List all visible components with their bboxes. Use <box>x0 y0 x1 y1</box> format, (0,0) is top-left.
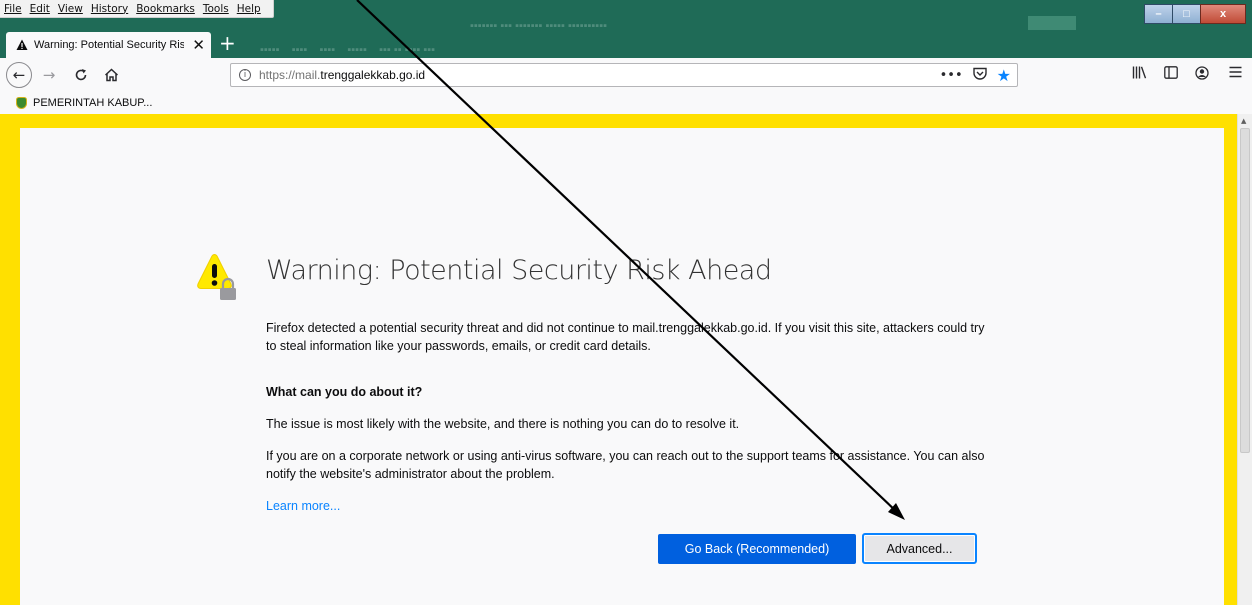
navigation-toolbar: ← → i https://mail.trenggalekkab.go.id •… <box>0 58 1252 92</box>
menu-tools[interactable]: Tools <box>203 3 229 15</box>
library-icon[interactable] <box>1132 66 1147 84</box>
background-window-title: ▪▪▪▪▪▪▪ ▪▪▪ ▪▪▪▪▪▪▪ ▪▪▪▪▪ ▪▪▪▪▪▪▪▪▪▪ <box>470 20 608 32</box>
url-bar[interactable]: i https://mail.trenggalekkab.go.id ••• ★ <box>230 63 1018 87</box>
bookmark-item[interactable]: PEMERINTAH KABUP... <box>16 97 152 109</box>
background-signin <box>1028 16 1076 30</box>
url-prefix: https://mail. <box>259 68 321 82</box>
reload-icon <box>75 69 87 81</box>
issue-text: The issue is most likely with the websit… <box>266 417 740 431</box>
back-arrow-icon: ← <box>12 66 26 84</box>
bookmarks-toolbar: PEMERINTAH KABUP... <box>0 92 1252 114</box>
scroll-up-icon[interactable]: ▲ <box>1241 117 1246 125</box>
new-tab-button[interactable]: + <box>219 31 236 55</box>
home-button[interactable] <box>100 64 122 86</box>
menubar: File Edit View History Bookmarks Tools H… <box>0 0 274 18</box>
reload-button[interactable] <box>70 64 92 86</box>
menu-history[interactable]: History <box>91 3 128 15</box>
background-ribbon: ▪▪▪▪▪ ▪▪▪▪ ▪▪▪▪ ▪▪▪▪▪ ▪▪▪ ▪▪ ▪▪▪▪ ▪▪▪ <box>260 44 436 56</box>
error-page <box>20 128 1224 605</box>
go-back-button[interactable]: Go Back (Recommended) <box>658 534 856 564</box>
account-icon[interactable] <box>1195 66 1209 84</box>
vertical-scrollbar[interactable]: ▲ <box>1237 114 1252 605</box>
warning-triangle-icon <box>16 39 28 50</box>
sidebar-icon[interactable] <box>1164 66 1178 84</box>
menu-bookmarks[interactable]: Bookmarks <box>136 3 195 15</box>
tab-security-warning[interactable]: Warning: Potential Security Risk Ahead ✕ <box>6 32 211 58</box>
back-button[interactable]: ← <box>6 62 32 88</box>
tab-title: Warning: Potential Security Risk Ahead <box>34 39 184 51</box>
info-icon[interactable]: i <box>239 69 251 81</box>
content-frame <box>0 114 1237 605</box>
bookmark-star-icon[interactable]: ★ <box>997 66 1011 85</box>
learn-more-link[interactable]: Learn more... <box>266 499 340 513</box>
maximize-button[interactable]: □ <box>1172 4 1200 24</box>
advanced-button[interactable]: Advanced... <box>862 533 977 564</box>
minimize-icon: – <box>1155 8 1162 20</box>
url-domain: trenggalekkab.go.id <box>320 68 426 82</box>
bookmark-favicon-icon <box>16 97 27 109</box>
menu-view[interactable]: View <box>58 3 83 15</box>
menu-edit[interactable]: Edit <box>30 3 50 15</box>
window-titlebar: ▪▪▪▪▪▪▪ ▪▪▪ ▪▪▪▪▪▪▪ ▪▪▪▪▪ ▪▪▪▪▪▪▪▪▪▪ ▪▪▪… <box>0 0 1252 58</box>
warning-lock-icon <box>197 254 236 300</box>
menu-file[interactable]: File <box>4 3 22 15</box>
home-icon <box>104 68 118 82</box>
close-window-button[interactable]: x <box>1200 4 1246 24</box>
pocket-icon[interactable] <box>972 67 987 84</box>
toolbar-right <box>1115 66 1242 84</box>
tab-close-icon[interactable]: ✕ <box>192 36 205 54</box>
window-controls: – □ x <box>1144 4 1246 24</box>
intro-text: Firefox detected a potential security th… <box>266 321 985 353</box>
maximize-icon: □ <box>1183 8 1190 20</box>
menu-help[interactable]: Help <box>237 3 261 15</box>
page-actions-menu-icon[interactable]: ••• <box>940 68 963 83</box>
url-text[interactable]: https://mail.trenggalekkab.go.id <box>259 68 425 82</box>
hamburger-menu-icon[interactable] <box>1229 66 1242 84</box>
what-can-you-do-heading: What can you do about it? <box>266 385 423 399</box>
page-title: Warning: Potential Security Risk Ahead <box>266 255 772 286</box>
forward-arrow-icon: → <box>42 66 56 84</box>
scrollbar-thumb[interactable] <box>1240 128 1250 453</box>
support-text: If you are on a corporate network or usi… <box>266 449 985 481</box>
minimize-button[interactable]: – <box>1144 4 1172 24</box>
forward-button[interactable]: → <box>38 64 60 86</box>
bookmark-label: PEMERINTAH KABUP... <box>33 97 153 109</box>
page-actions: ••• ★ <box>930 66 1011 85</box>
close-icon: x <box>1219 8 1227 20</box>
